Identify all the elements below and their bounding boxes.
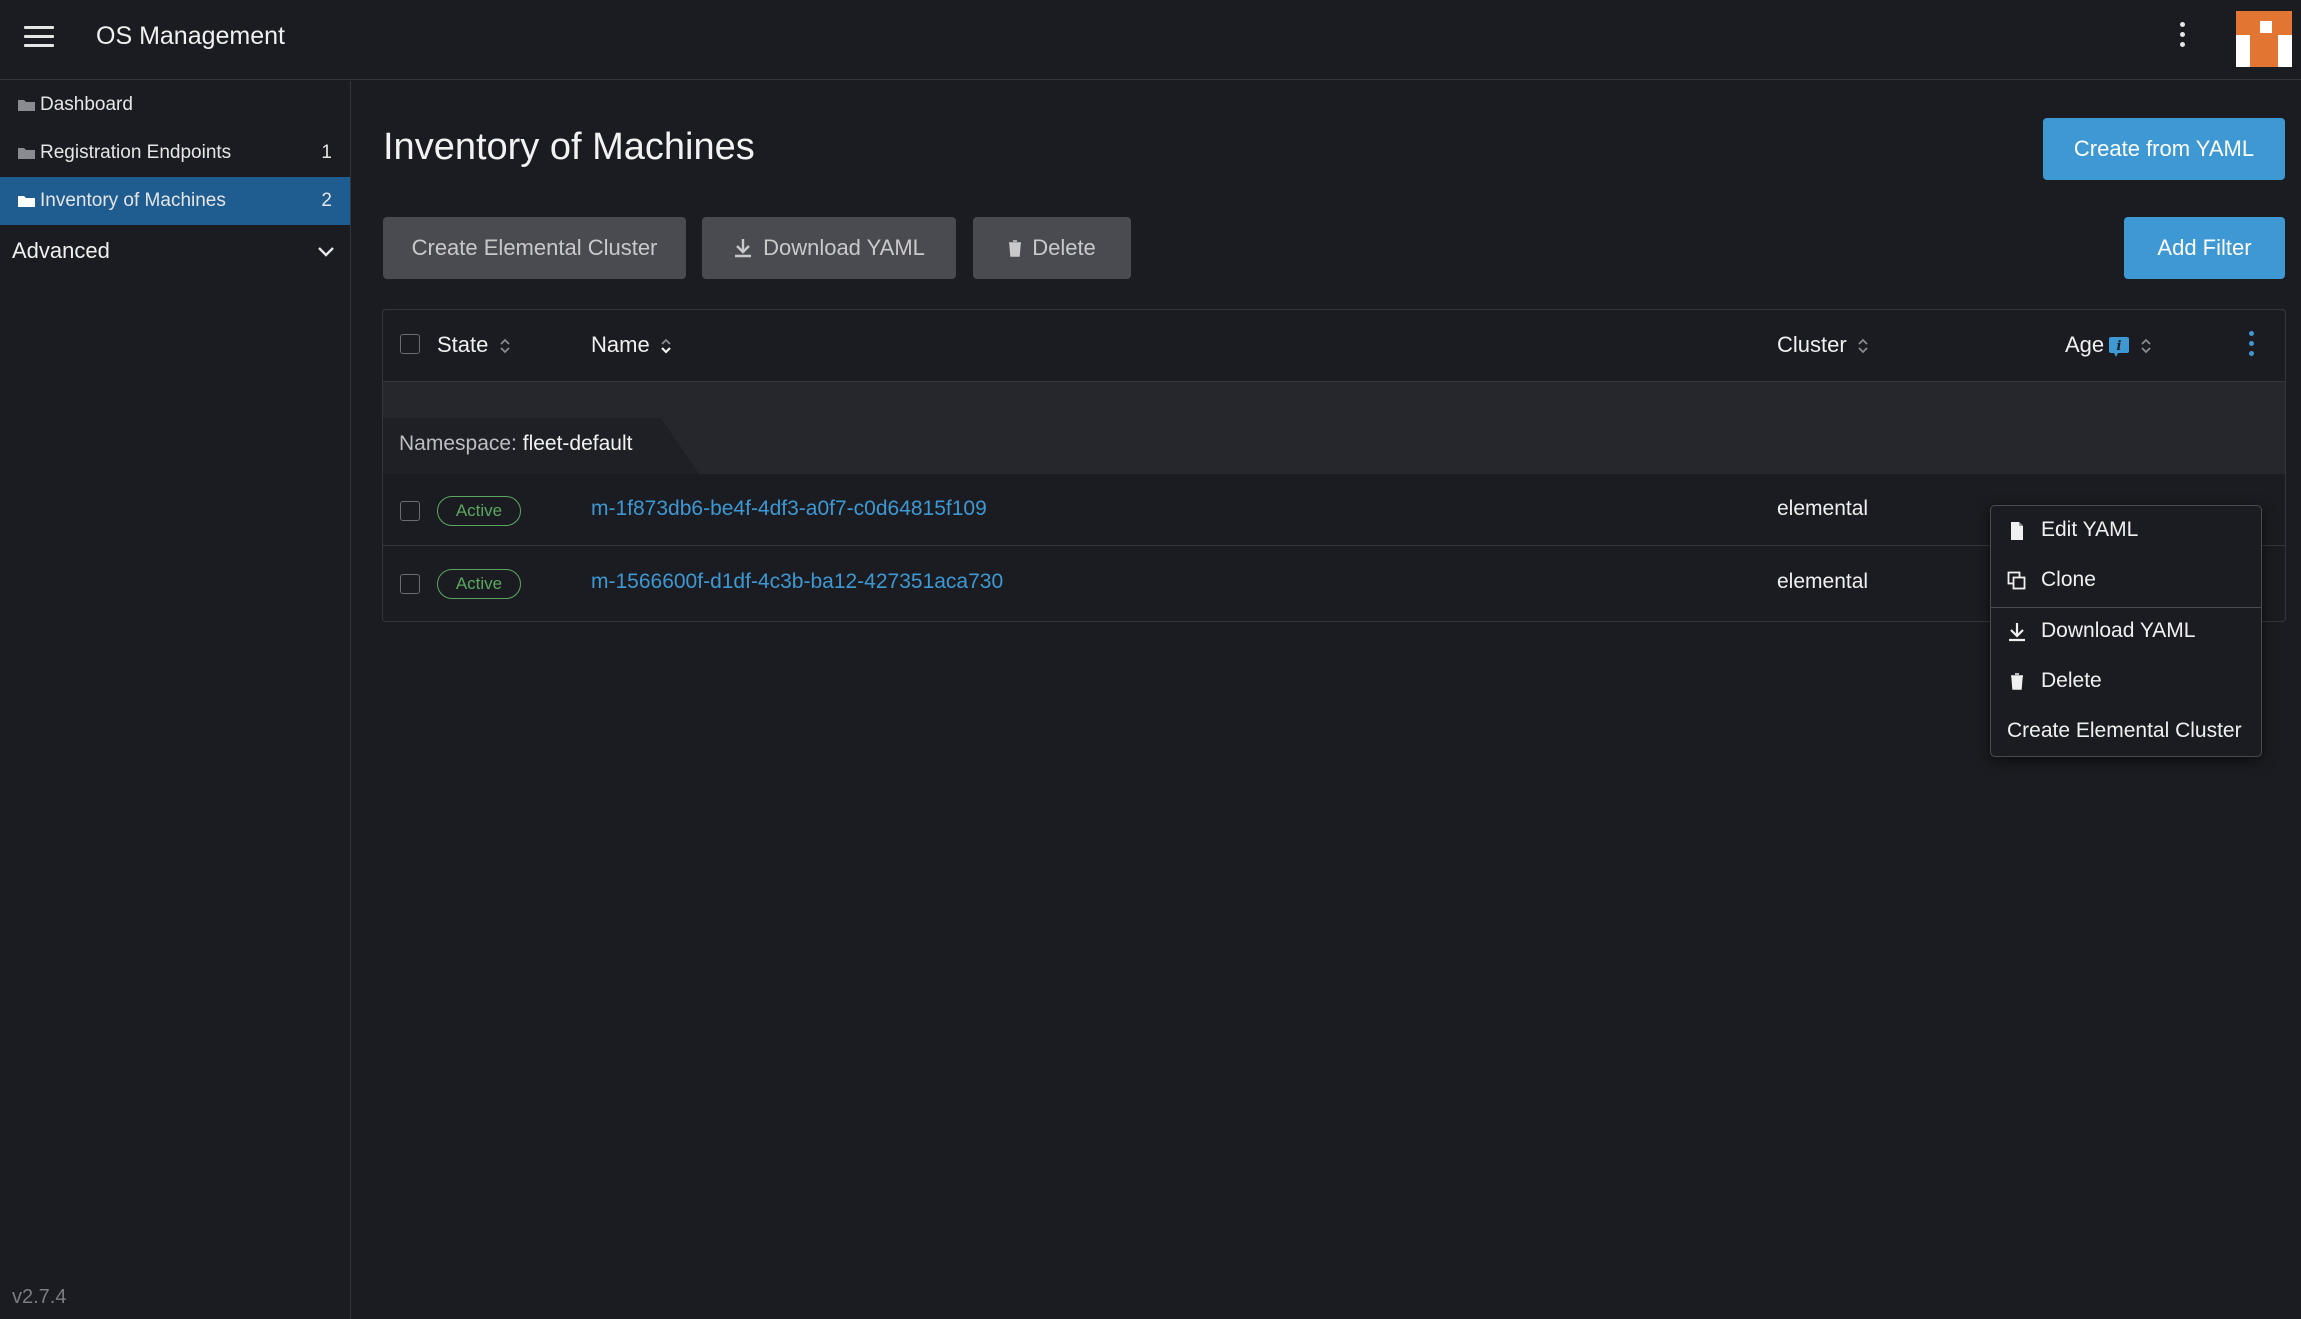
folder-icon bbox=[18, 196, 35, 207]
sidebar-group-advanced[interactable]: Advanced bbox=[0, 226, 350, 276]
namespace-prefix: Namespace: bbox=[399, 432, 517, 455]
table-options-kebab-icon[interactable] bbox=[2241, 331, 2261, 367]
delete-button[interactable]: Delete bbox=[973, 217, 1131, 279]
sidebar-item-label: Inventory of Machines bbox=[40, 190, 226, 211]
menu-item-label: Create Elemental Cluster bbox=[2007, 719, 2242, 742]
column-header-label: Cluster bbox=[1777, 332, 1847, 357]
column-header-label: State bbox=[437, 332, 489, 357]
menu-item-download-yaml[interactable]: Download YAML bbox=[1991, 607, 2261, 657]
sort-icon bbox=[499, 338, 510, 354]
download-icon bbox=[2009, 623, 2025, 642]
select-all-checkbox[interactable] bbox=[400, 334, 420, 354]
create-elemental-cluster-button[interactable]: Create Elemental Cluster bbox=[383, 217, 686, 279]
download-icon bbox=[735, 239, 752, 258]
menu-item-clone[interactable]: Clone bbox=[1991, 556, 2261, 606]
row-checkbox[interactable] bbox=[400, 574, 420, 594]
create-from-yaml-button[interactable]: Create from YAML bbox=[2043, 118, 2285, 180]
chevron-down-icon bbox=[318, 247, 334, 257]
hamburger-menu-icon[interactable] bbox=[24, 26, 54, 50]
copy-icon bbox=[2007, 571, 2026, 590]
folder-icon bbox=[18, 148, 35, 159]
folder-icon bbox=[18, 100, 35, 111]
column-header-state[interactable]: State bbox=[437, 332, 512, 358]
version-label: v2.7.4 bbox=[12, 1286, 67, 1308]
column-header-label: Age bbox=[2065, 332, 2105, 357]
menu-item-label: Delete bbox=[2041, 669, 2102, 692]
trash-icon bbox=[1009, 239, 1022, 257]
sidebar-item-count: 2 bbox=[321, 190, 332, 211]
machine-name-link[interactable]: m-1566600f-d1df-4c3b-ba12-427351aca730 bbox=[591, 570, 1003, 594]
namespace-group-tab: Namespace: fleet-default bbox=[383, 418, 699, 474]
menu-item-label: Edit YAML bbox=[2041, 518, 2139, 541]
page-title: Inventory of Machines bbox=[383, 126, 755, 168]
add-filter-button[interactable]: Add Filter bbox=[2124, 217, 2285, 279]
menu-item-label: Clone bbox=[2041, 568, 2096, 591]
sidebar-item-label: Registration Endpoints bbox=[40, 142, 232, 163]
table-header: State Name Cluster Age i bbox=[383, 310, 2285, 382]
row-action-menu: Edit YAML Clone Download YAML Delete Cre… bbox=[1990, 505, 2262, 757]
delete-label: Delete bbox=[1032, 235, 1096, 260]
status-badge: Active bbox=[437, 569, 521, 599]
column-header-cluster[interactable]: Cluster bbox=[1777, 332, 1870, 358]
cluster-value: elemental bbox=[1777, 497, 1869, 520]
sort-icon bbox=[661, 338, 671, 354]
top-header: OS Management bbox=[0, 0, 2301, 80]
sidebar-item-dashboard[interactable]: Dashboard bbox=[0, 81, 350, 129]
kebab-icon[interactable] bbox=[2168, 22, 2196, 54]
status-badge: Active bbox=[437, 496, 521, 526]
download-yaml-button[interactable]: Download YAML bbox=[702, 217, 956, 279]
menu-item-label: Download YAML bbox=[2041, 619, 2196, 642]
cluster-value: elemental bbox=[1777, 570, 1869, 593]
sidebar-item-count: 1 bbox=[321, 142, 332, 163]
sidebar-group-label: Advanced bbox=[12, 238, 110, 263]
add-filter-label: Add Filter bbox=[2157, 235, 2252, 260]
create-from-yaml-label: Create from YAML bbox=[2073, 136, 2255, 161]
create-elemental-cluster-label: Create Elemental Cluster bbox=[411, 235, 658, 260]
menu-item-edit-yaml[interactable]: Edit YAML bbox=[1991, 506, 2261, 556]
menu-item-delete[interactable]: Delete bbox=[1991, 657, 2261, 707]
column-header-label: Name bbox=[591, 332, 650, 357]
file-icon bbox=[2011, 522, 2023, 540]
namespace-group-label: Namespace: fleet-default bbox=[399, 432, 632, 456]
app-title: OS Management bbox=[96, 22, 285, 50]
sidebar-item-label: Dashboard bbox=[40, 94, 133, 115]
namespace-group-row: Namespace: fleet-default bbox=[383, 382, 2285, 474]
info-icon[interactable]: i bbox=[2108, 335, 2130, 358]
sort-icon bbox=[2141, 338, 2152, 354]
sidebar-item-inventory-of-machines[interactable]: Inventory of Machines 2 bbox=[0, 177, 350, 225]
sidebar: Dashboard Registration Endpoints 1 Inven… bbox=[0, 81, 351, 1319]
column-header-age[interactable]: Age i bbox=[2065, 332, 2153, 358]
svg-text:i: i bbox=[2117, 339, 2122, 354]
download-yaml-label: Download YAML bbox=[763, 235, 925, 260]
avatar[interactable] bbox=[2236, 11, 2292, 67]
namespace-value: fleet-default bbox=[522, 432, 633, 455]
row-checkbox[interactable] bbox=[400, 501, 420, 521]
menu-item-create-elemental-cluster[interactable]: Create Elemental Cluster bbox=[1991, 707, 2261, 757]
column-header-name[interactable]: Name bbox=[591, 332, 673, 358]
machine-name-link[interactable]: m-1f873db6-be4f-4df3-a0f7-c0d64815f109 bbox=[591, 497, 987, 521]
sidebar-item-registration-endpoints[interactable]: Registration Endpoints 1 bbox=[0, 129, 350, 177]
sort-icon bbox=[1858, 338, 1868, 354]
trash-icon bbox=[2011, 673, 2023, 690]
